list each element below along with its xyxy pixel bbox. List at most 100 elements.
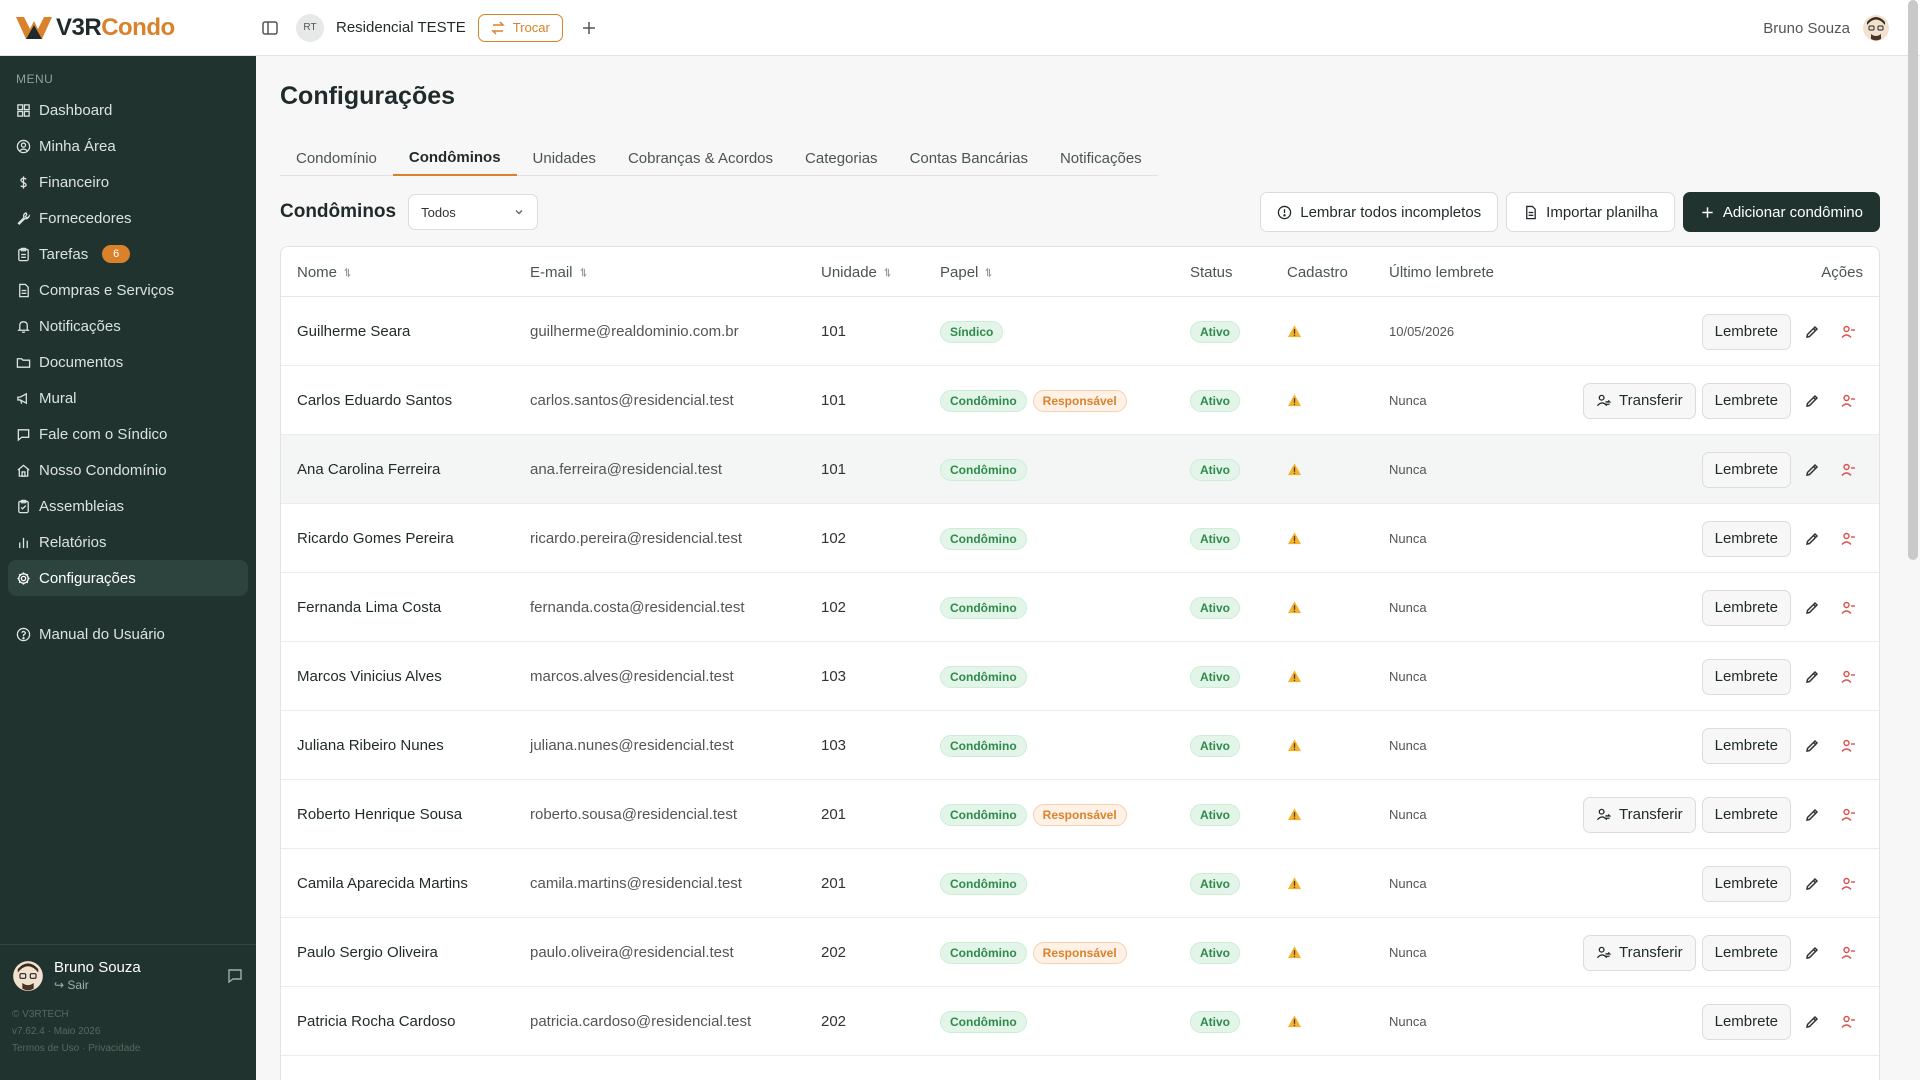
- transfer-button[interactable]: Transferir: [1583, 934, 1696, 971]
- logout-link[interactable]: ↪ Sair: [54, 978, 141, 992]
- remind-all-button[interactable]: Lembrar todos incompletos: [1260, 192, 1499, 232]
- remove-user-button[interactable]: [1833, 386, 1863, 416]
- cell-unidade: 101: [821, 323, 847, 340]
- edit-button[interactable]: [1797, 1007, 1827, 1037]
- sidebar-item-compras-e-servicos[interactable]: Compras e Serviços: [0, 272, 248, 308]
- edit-button[interactable]: [1797, 731, 1827, 761]
- tab-condominio[interactable]: Condomínio: [280, 140, 393, 176]
- reminder-button[interactable]: Lembrete: [1701, 382, 1791, 419]
- header-unidade[interactable]: Unidade: [821, 247, 893, 297]
- tab-notificacoes[interactable]: Notificações: [1044, 140, 1158, 176]
- trocar-button[interactable]: Trocar: [477, 13, 563, 42]
- reminder-button[interactable]: Lembrete: [1701, 796, 1791, 833]
- tab-condominos[interactable]: Condôminos: [392, 140, 517, 176]
- edit-button[interactable]: [1797, 455, 1827, 485]
- reminder-button[interactable]: Lembrete: [1701, 727, 1791, 764]
- sidebar-item-assembleias[interactable]: Assembleias: [0, 488, 248, 524]
- add-condominio-icon[interactable]: [575, 14, 603, 42]
- cell-cadastro: [1287, 297, 1302, 366]
- page-scrollbar[interactable]: [1908, 0, 1918, 560]
- import-button[interactable]: Importar planilha: [1506, 192, 1675, 232]
- edit-button[interactable]: [1797, 869, 1827, 899]
- dollar-icon: [20, 175, 27, 189]
- reminder-button[interactable]: Lembrete: [1701, 313, 1791, 350]
- remove-user-button[interactable]: [1833, 938, 1863, 968]
- add-condomino-button[interactable]: Adicionar condômino: [1682, 192, 1880, 232]
- edit-button[interactable]: [1797, 524, 1827, 554]
- status-badge: Ativo: [1190, 527, 1240, 550]
- remove-user-button[interactable]: [1833, 800, 1863, 830]
- sidebar-item-mural[interactable]: Mural: [0, 380, 248, 416]
- header-user-name[interactable]: Bruno Souza: [1763, 20, 1850, 37]
- reminder-button[interactable]: Lembrete: [1701, 865, 1791, 902]
- reminder-button[interactable]: Lembrete: [1701, 1003, 1791, 1040]
- cell-cadastro: [1287, 435, 1302, 504]
- remove-user-button[interactable]: [1833, 731, 1863, 761]
- clipboard-list-icon: [18, 499, 29, 513]
- cell-unidade: 201: [821, 875, 847, 892]
- sidebar-item-label: Dashboard: [39, 101, 113, 119]
- sidebar-user-name: Bruno Souza: [54, 959, 141, 976]
- tab-categorias[interactable]: Categorias: [789, 140, 894, 176]
- sidebar-item-relatorios[interactable]: Relatórios: [0, 524, 248, 560]
- app-logo[interactable]: V3RCondo: [0, 0, 256, 56]
- sidebar-item-dashboard[interactable]: Dashboard: [0, 92, 248, 128]
- sidebar-item-nosso-condominio[interactable]: Nosso Condomínio: [0, 452, 248, 488]
- status-badge: Ativo: [1190, 734, 1240, 757]
- status-badge: Ativo: [1190, 872, 1240, 895]
- tab-unidades[interactable]: Unidades: [517, 140, 612, 176]
- reminder-button[interactable]: Lembrete: [1701, 934, 1791, 971]
- terms-link[interactable]: Termos de Uso · Privacidade: [12, 1040, 244, 1057]
- tab-contas-bancarias[interactable]: Contas Bancárias: [894, 140, 1044, 176]
- filter-select[interactable]: Todos: [408, 194, 539, 230]
- remove-user-button[interactable]: [1833, 869, 1863, 899]
- remove-user-button[interactable]: [1833, 524, 1863, 554]
- cell-nome: Ana Carolina Ferreira: [297, 461, 441, 478]
- remove-user-button[interactable]: [1833, 317, 1863, 347]
- sidebar-item-fale-com-o-sindico[interactable]: Fale com o Síndico: [0, 416, 248, 452]
- cell-cadastro: [1287, 849, 1302, 918]
- user-remove-icon: [1841, 325, 1855, 338]
- sort-icon: [579, 267, 587, 277]
- role-badge: Condômino: [940, 803, 1027, 826]
- cell-acoes: Lembrete: [1701, 435, 1863, 504]
- sidebar-item-manual[interactable]: Manual do Usuário: [0, 616, 248, 652]
- sidebar-item-tarefas[interactable]: Tarefas 6: [0, 236, 248, 272]
- sidebar-item-documentos[interactable]: Documentos: [0, 344, 248, 380]
- user-avatar-icon[interactable]: [1862, 14, 1890, 42]
- reminder-label: Lembrete: [1714, 944, 1778, 961]
- header-nome[interactable]: Nome: [297, 247, 353, 297]
- edit-button[interactable]: [1797, 800, 1827, 830]
- header-papel[interactable]: Papel: [940, 247, 994, 297]
- sidebar-item-notificacoes[interactable]: Notificações: [0, 308, 248, 344]
- edit-button[interactable]: [1797, 317, 1827, 347]
- sidebar-toggle-icon[interactable]: [256, 14, 284, 42]
- reminder-button[interactable]: Lembrete: [1701, 658, 1791, 695]
- edit-button[interactable]: [1797, 938, 1827, 968]
- edit-button[interactable]: [1797, 662, 1827, 692]
- reminder-button[interactable]: Lembrete: [1701, 589, 1791, 626]
- reminder-button[interactable]: Lembrete: [1701, 451, 1791, 488]
- tab-cobrancas-acordos[interactable]: Cobranças & Acordos: [612, 140, 789, 176]
- remove-user-button[interactable]: [1833, 455, 1863, 485]
- remove-user-button[interactable]: [1833, 1007, 1863, 1037]
- cell-email: fernanda.costa@residencial.test: [530, 599, 745, 616]
- status-badge: Ativo: [1190, 320, 1240, 343]
- remove-user-button[interactable]: [1833, 662, 1863, 692]
- cell-email: juliana.nunes@residencial.test: [530, 737, 734, 754]
- remove-user-button[interactable]: [1833, 593, 1863, 623]
- reminder-button[interactable]: Lembrete: [1701, 520, 1791, 557]
- chat-icon[interactable]: [226, 967, 244, 990]
- sidebar-item-minha-area[interactable]: Minha Área: [0, 128, 248, 164]
- edit-button[interactable]: [1797, 386, 1827, 416]
- sidebar-item-fornecedores[interactable]: Fornecedores: [0, 200, 248, 236]
- sidebar-item-financeiro[interactable]: Financeiro: [0, 164, 248, 200]
- transfer-button[interactable]: Transferir: [1583, 796, 1696, 833]
- header-email[interactable]: E-mail: [530, 247, 589, 297]
- sidebar-item-configuracoes[interactable]: Configurações: [8, 560, 248, 596]
- sort-icon: [985, 267, 993, 277]
- header-acoes-label: Ações: [1821, 263, 1863, 281]
- status-badge: Ativo: [1190, 389, 1240, 412]
- edit-button[interactable]: [1797, 593, 1827, 623]
- transfer-button[interactable]: Transferir: [1583, 382, 1696, 419]
